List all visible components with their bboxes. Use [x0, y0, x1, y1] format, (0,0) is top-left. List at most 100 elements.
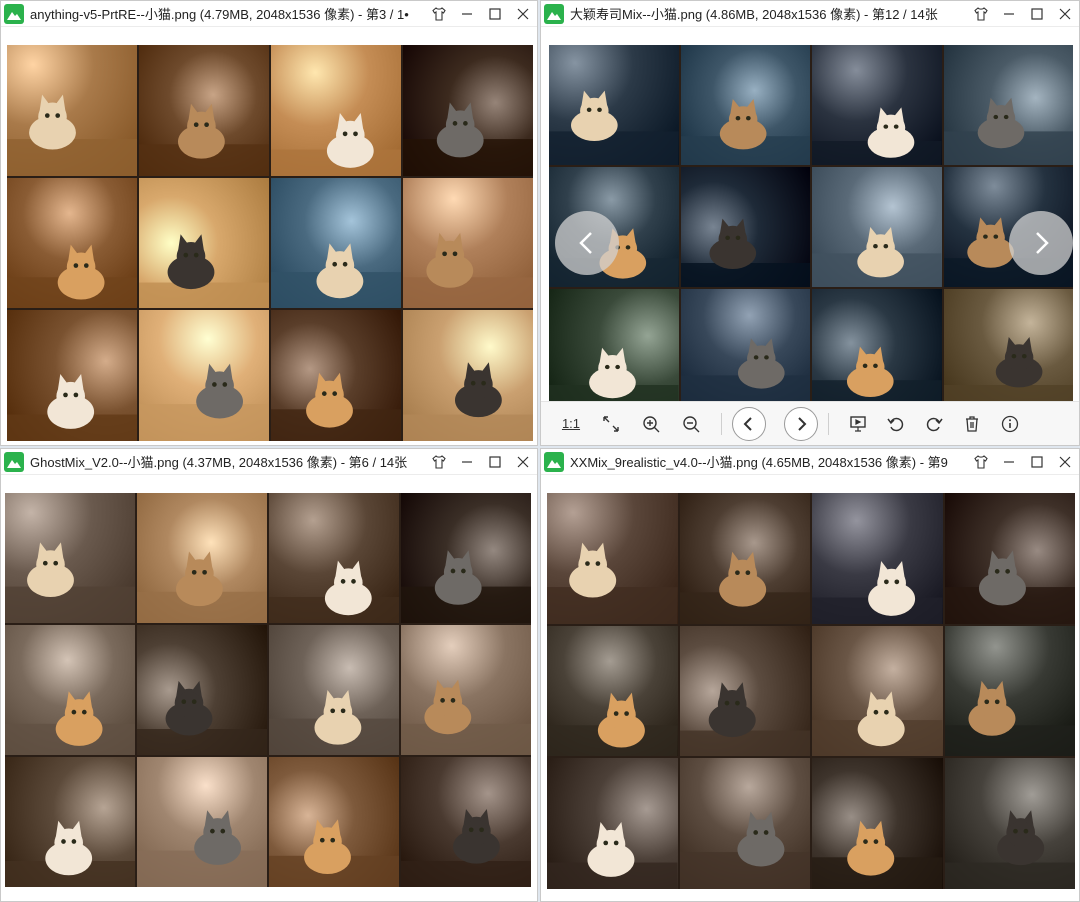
image-canvas[interactable]: [7, 45, 533, 441]
title-bar[interactable]: XXMix_9realistic_v4.0--小猫.png (4.65MB, 2…: [541, 449, 1079, 475]
cat-artwork: [680, 218, 810, 287]
maximize-button[interactable]: [1023, 1, 1051, 27]
close-button[interactable]: [509, 1, 537, 27]
delete-button[interactable]: [953, 409, 991, 439]
rotate-left-button[interactable]: [877, 409, 915, 439]
shirt-icon[interactable]: [425, 449, 453, 475]
cat-artwork: [269, 560, 399, 623]
cat-artwork: [812, 346, 942, 409]
thumbnail-tile: [5, 493, 135, 623]
thumbnail-tile: [680, 289, 810, 409]
minimize-icon: [462, 460, 472, 463]
cat-artwork: [269, 819, 399, 887]
app-icon: [544, 3, 564, 24]
fit-window-button[interactable]: [591, 409, 631, 439]
thumbnail-tile: [139, 45, 269, 176]
thumbnail-tile: [943, 45, 1073, 165]
image-canvas[interactable]: [547, 493, 1075, 889]
cat-artwork: [812, 821, 943, 889]
cat-artwork: [139, 363, 269, 441]
window-title: 大颖寿司Mix--小猫.png (4.86MB, 2048x1536 像素) -…: [570, 7, 938, 22]
minimize-button[interactable]: [453, 1, 481, 27]
thumbnail-tile: [5, 757, 135, 887]
cat-artwork: [943, 97, 1073, 165]
zoom-out-button[interactable]: [671, 409, 711, 439]
thumbnail-tile: [7, 177, 137, 309]
image-canvas[interactable]: [5, 493, 531, 887]
maximize-button[interactable]: [481, 449, 509, 475]
close-button[interactable]: [1051, 449, 1079, 475]
cat-artwork: [944, 550, 1075, 624]
previous-image-button[interactable]: [555, 211, 619, 275]
window-title: GhostMix_V2.0--小猫.png (4.37MB, 2048x1536…: [30, 455, 408, 470]
next-image-button[interactable]: [1009, 211, 1073, 275]
window-title: anything-v5-PrtRE--小猫.png (4.79MB, 2048x…: [30, 7, 409, 22]
minimize-button[interactable]: [995, 449, 1023, 475]
rotate-right-icon: [926, 417, 943, 431]
cat-artwork: [7, 94, 137, 176]
thumbnail-tile: [943, 289, 1073, 409]
info-button[interactable]: [991, 409, 1029, 439]
actual-size-button[interactable]: 1:1: [551, 409, 591, 439]
thumbnail-tile: [137, 493, 267, 623]
cat-artwork: [401, 679, 531, 755]
cat-artwork: [812, 560, 943, 624]
chevron-left-icon: [743, 416, 752, 431]
rotate-right-button[interactable]: [915, 409, 953, 439]
cat-artwork: [679, 681, 810, 757]
previous-button[interactable]: [732, 406, 766, 441]
close-button[interactable]: [509, 449, 537, 475]
title-bar[interactable]: GhostMix_V2.0--小猫.png (4.37MB, 2048x1536…: [1, 449, 537, 475]
app-icon: [4, 3, 24, 24]
thumbnail-tile: [401, 625, 531, 755]
zoom-in-button[interactable]: [631, 409, 671, 439]
cat-artwork: [679, 551, 810, 624]
cat-artwork: [547, 692, 678, 757]
close-icon: [517, 456, 529, 467]
viewer-toolbar: 1:1: [541, 401, 1079, 445]
cat-artwork: [549, 347, 679, 409]
thumbnail-tile: [549, 45, 679, 165]
thumbnail-tile: [139, 310, 269, 441]
thumbnail-tile: [269, 757, 399, 887]
title-bar[interactable]: 大颖寿司Mix--小猫.png (4.86MB, 2048x1536 像素) -…: [541, 1, 1079, 27]
zoom-out-icon: [683, 415, 700, 432]
rotate-left-icon: [887, 417, 904, 431]
close-button[interactable]: [1051, 1, 1079, 27]
cat-artwork: [5, 542, 135, 623]
thumbnail-tile: [944, 493, 1075, 624]
thumbnail-tile: [271, 177, 401, 309]
viewer-window-1: anything-v5-PrtRE--小猫.png (4.79MB, 2048x…: [0, 0, 538, 446]
thumbnail-tile: [269, 493, 399, 623]
cat-artwork: [547, 542, 678, 624]
viewer-window-4: XXMix_9realistic_v4.0--小猫.png (4.65MB, 2…: [540, 448, 1080, 902]
thumbnail-tile: [549, 289, 679, 409]
shirt-icon[interactable]: [425, 1, 453, 27]
zoom-in-icon: [643, 415, 660, 432]
slideshow-button[interactable]: [839, 409, 877, 439]
thumbnail-tile: [401, 757, 531, 887]
maximize-button[interactable]: [481, 1, 509, 27]
thumbnail-tile: [679, 493, 810, 624]
cat-artwork: [944, 680, 1075, 757]
chevron-right-icon: [1036, 232, 1049, 254]
shirt-icon[interactable]: [967, 449, 995, 475]
minimize-button[interactable]: [453, 449, 481, 475]
maximize-button[interactable]: [1023, 449, 1051, 475]
toolbar-divider: [828, 412, 829, 435]
app-icon: [544, 451, 564, 472]
cat-artwork: [403, 362, 533, 441]
title-bar[interactable]: anything-v5-PrtRE--小猫.png (4.79MB, 2048x…: [1, 1, 537, 27]
maximize-icon: [489, 7, 501, 20]
thumbnail-tile: [547, 493, 678, 624]
shirt-icon[interactable]: [967, 1, 995, 27]
cat-artwork: [403, 102, 533, 176]
thumbnail-tile: [547, 625, 678, 757]
toolbar-divider: [721, 412, 722, 435]
next-button[interactable]: [784, 406, 818, 441]
minimize-button[interactable]: [995, 1, 1023, 27]
thumbnail-tile: [680, 167, 810, 287]
cat-artwork: [680, 99, 810, 165]
image-canvas[interactable]: [549, 45, 1073, 409]
cat-artwork: [680, 338, 810, 409]
